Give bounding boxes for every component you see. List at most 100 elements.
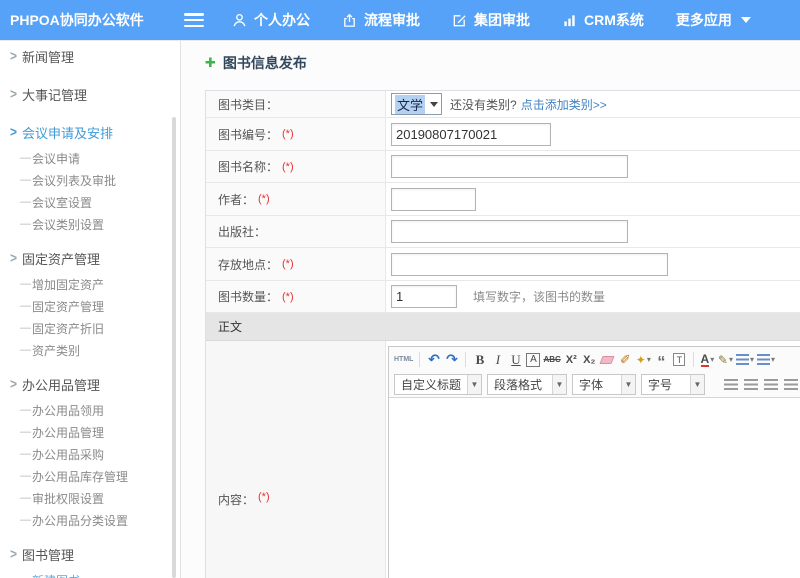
bold-icon-glyph: B (476, 352, 485, 368)
font-border-icon[interactable]: A (526, 353, 540, 367)
paste-text-icon-glyph: T (673, 353, 685, 366)
sidebar-item-sub[interactable]: —资产类别 (0, 339, 180, 361)
sidebar-item-label: 会议申请 (32, 150, 80, 167)
list-lines (736, 354, 749, 365)
eraser-shape (600, 356, 615, 364)
sidebar-item-sub[interactable]: —增加固定资产 (0, 273, 180, 295)
form-row: 图书编号：(*) (206, 118, 800, 151)
sidebar-scrollbar[interactable] (172, 117, 176, 578)
dash-icon: — (20, 492, 32, 504)
sidebar-item-group[interactable]: >图书管理 (0, 539, 180, 569)
sidebar-item-sub[interactable]: —固定资产折旧 (0, 317, 180, 339)
bold-icon[interactable]: B (472, 351, 487, 369)
chevron-right-icon: > (10, 124, 22, 140)
sidebar-item-sub[interactable]: —会议室设置 (0, 191, 180, 213)
sidebar-item-sub[interactable]: —办公用品分类设置 (0, 509, 180, 531)
source-code-icon[interactable]: HTML (394, 351, 413, 369)
auto-format-icon[interactable]: ✦▾ (636, 351, 651, 369)
topbar-nav-item[interactable]: 集团审批 (452, 10, 530, 30)
form-row-label: 图书名称：(*) (206, 151, 386, 182)
topbar-nav-item[interactable]: 流程审批 (342, 10, 420, 30)
superscript-icon[interactable]: X² (564, 351, 579, 369)
form-input[interactable] (391, 123, 551, 146)
required-mark: (*) (282, 291, 294, 303)
caret-down-icon: ▾ (750, 355, 754, 364)
editor-toolbar-row2: 自定义标题▼段落格式▼字体▼字号▼∞∞ (389, 372, 800, 398)
undo-icon[interactable]: ↶ (426, 351, 441, 369)
sidebar-item-sub[interactable]: —办公用品库存管理 (0, 465, 180, 487)
sidebar-item-group[interactable]: >新闻管理 (0, 41, 180, 71)
plus-icon: ✚ (205, 55, 216, 71)
caret-down-icon: ▾ (710, 355, 714, 364)
italic-icon[interactable]: I (490, 351, 505, 369)
sidebar-item-label: 新建图书 (32, 572, 80, 578)
required-mark: (*) (282, 258, 294, 270)
dash-icon: — (20, 404, 32, 416)
sidebar-item-sub[interactable]: —新建图书 (0, 569, 180, 578)
sidebar-item-sub[interactable]: —审批权限设置 (0, 487, 180, 509)
sidebar-item-sub[interactable]: —固定资产管理 (0, 295, 180, 317)
sidebar-item-group[interactable]: >办公用品管理 (0, 369, 180, 399)
form-input[interactable] (391, 155, 628, 178)
editor-content-area[interactable] (389, 398, 800, 578)
chevron-right-icon: > (10, 376, 22, 392)
sidebar-item-label: 办公用品分类设置 (32, 512, 128, 529)
ordered-list-icon[interactable]: ▾ (736, 351, 754, 369)
form-row-label: 出版社： (206, 216, 386, 247)
sidebar-item-label: 增加固定资产 (32, 276, 104, 293)
align-left-icon[interactable] (723, 376, 738, 394)
redo-icon[interactable]: ↷ (444, 351, 459, 369)
sidebar-item-sub[interactable]: —会议类别设置 (0, 213, 180, 235)
font-color-icon[interactable]: A▾ (700, 351, 715, 369)
form-input[interactable] (391, 253, 668, 276)
category-select-value: 文学 (395, 95, 425, 114)
section-header: 正文 (206, 313, 800, 341)
topbar-nav-item[interactable]: CRM系统 (562, 10, 644, 30)
form-input[interactable] (391, 285, 457, 308)
editor-toolbar-row1: HTML↶↷BIUAABCX²X₂✐✦▾“TA▾✎▾▾▾ (389, 347, 800, 372)
hamburger-icon[interactable] (184, 13, 204, 27)
strikethrough-icon[interactable]: ABC (543, 351, 560, 369)
paste-text-icon[interactable]: T (672, 351, 687, 369)
toolbar-separator (693, 352, 694, 367)
sidebar-item-sub[interactable]: —会议申请 (0, 147, 180, 169)
align-right-icon[interactable] (763, 376, 778, 394)
form-input[interactable] (391, 220, 628, 243)
category-select[interactable]: 文学 (391, 93, 442, 115)
highlight-pen-icon[interactable]: ✎▾ (718, 351, 733, 369)
underline-icon[interactable]: U (508, 351, 523, 369)
topbar-nav-item[interactable]: 个人办公 (232, 10, 310, 30)
blockquote-icon[interactable]: “ (654, 351, 669, 369)
format-brush-icon[interactable]: ✐ (618, 351, 633, 369)
nav-item-label: CRM系统 (584, 10, 644, 30)
form-row-content (386, 216, 800, 247)
unordered-list-icon[interactable]: ▾ (757, 351, 775, 369)
sidebar-item-group[interactable]: >会议申请及安排 (0, 117, 180, 147)
toolbar-dropdown[interactable]: 自定义标题▼ (394, 374, 482, 395)
align-center-icon[interactable] (743, 376, 758, 394)
sidebar-item-group[interactable]: >大事记管理 (0, 79, 180, 109)
toolbar-dropdown[interactable]: 段落格式▼ (487, 374, 567, 395)
sidebar-item-group[interactable]: >固定资产管理 (0, 243, 180, 273)
toolbar-dropdown[interactable]: 字号▼ (641, 374, 705, 395)
dash-icon: — (20, 426, 32, 438)
sidebar-item-sub[interactable]: —会议列表及审批 (0, 169, 180, 191)
sidebar-item-sub[interactable]: —办公用品管理 (0, 421, 180, 443)
sidebar-item-sub[interactable]: —办公用品采购 (0, 443, 180, 465)
sidebar-item-label: 会议类别设置 (32, 216, 104, 233)
strikethrough-icon-glyph: ABC (543, 355, 560, 364)
dash-icon: — (20, 196, 32, 208)
remove-format-icon[interactable] (600, 351, 615, 369)
subscript-icon[interactable]: X₂ (582, 351, 597, 369)
topbar-nav-item[interactable]: 更多应用 (676, 10, 751, 30)
sidebar-item-label: 办公用品库存管理 (32, 468, 128, 485)
sidebar-item-label: 会议申请及安排 (22, 123, 113, 142)
form-input[interactable] (391, 188, 476, 211)
top-nav: 个人办公 流程审批 集团审批 CRM系统 更多应用 (232, 10, 751, 30)
form-row-label: 图书数量：(*) (206, 281, 386, 312)
justify-icon[interactable] (783, 376, 798, 394)
toolbar-dropdown[interactable]: 字体▼ (572, 374, 636, 395)
sidebar-item-sub[interactable]: —办公用品领用 (0, 399, 180, 421)
add-category-link[interactable]: 点击添加类别>> (521, 96, 607, 113)
form-row-label-text: 图书名称： (218, 158, 278, 175)
